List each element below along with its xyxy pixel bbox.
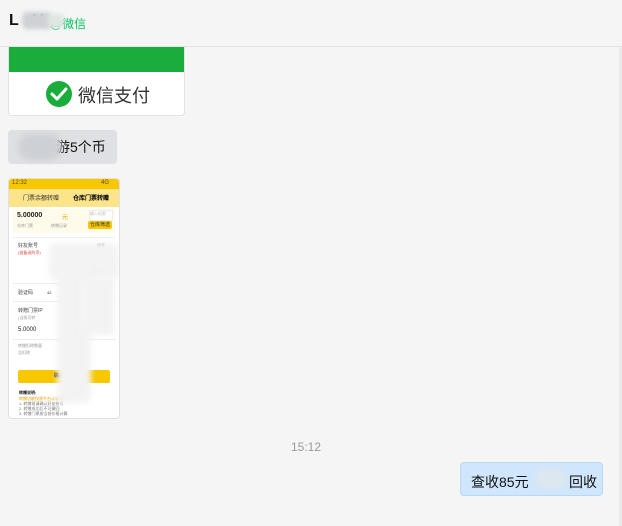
thumb-tabs: 门票余额转赠 仓库门票转赠 (9, 189, 119, 207)
wechat-pay-icon (46, 81, 72, 107)
pay-card-banner (9, 47, 184, 72)
chat-window: LV @微信 微信支付 游5个币 12:32 4G 门票余额转赠 仓库门票转赠 … (0, 0, 622, 526)
pay-card-label: 微信支付 (78, 86, 150, 106)
redacted-text (18, 134, 62, 160)
sent-message-bubble[interactable]: 查收85元 回收 (460, 462, 603, 496)
thumb-status-bar: 12:32 4G (9, 179, 119, 189)
image-message-thumbnail[interactable]: 12:32 4G 门票余额转赠 仓库门票转赠 5.00000 元 输入检索 仓库… (8, 178, 120, 419)
thumb-redaction (79, 275, 115, 335)
wechat-pay-card[interactable]: 微信支付 (8, 47, 185, 116)
sent-message-text: 查收85元 (471, 474, 529, 490)
received-message-text: 游5个币 (56, 139, 106, 155)
time-separator: 15:12 (290, 440, 322, 454)
sent-message-text-tail: 回收 (569, 474, 597, 490)
tag-redaction (48, 14, 64, 28)
redacted-text (535, 468, 567, 490)
received-message-bubble[interactable]: 游5个币 (8, 130, 117, 164)
chat-header: LV @微信 (0, 0, 622, 47)
